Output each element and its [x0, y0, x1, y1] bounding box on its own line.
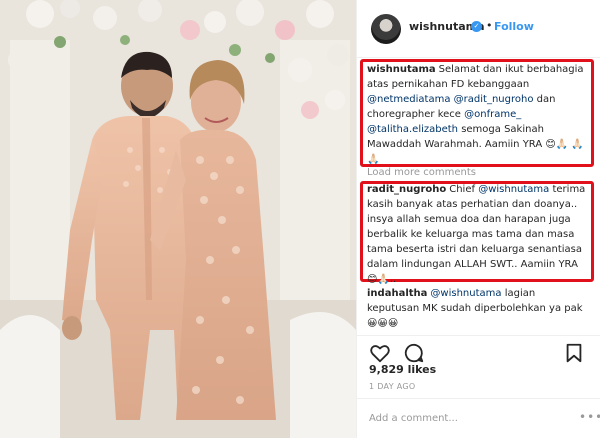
- mention-link[interactable]: @onframe_: [464, 109, 521, 120]
- header-separator: •: [486, 19, 493, 32]
- more-options-button[interactable]: •••: [579, 410, 600, 424]
- mention-link[interactable]: @wishnutama: [430, 288, 501, 299]
- post-photo: [0, 0, 356, 438]
- comment-item: wishnutama Selamat dan ikut berbahagia at…: [367, 62, 589, 167]
- post-timestamp: 1 DAY AGO: [369, 382, 416, 391]
- verified-badge-icon: ✓: [471, 21, 482, 32]
- heart-icon[interactable]: [369, 342, 391, 364]
- comment-item: radit_nugroho Chief @wishnutama terima ka…: [367, 182, 589, 287]
- add-comment-bar: [357, 398, 600, 438]
- load-more-comments-button[interactable]: Load more comments: [367, 167, 476, 178]
- author-avatar[interactable]: [371, 14, 401, 44]
- comment-text: Chief: [449, 184, 479, 195]
- follow-button[interactable]: Follow: [494, 20, 534, 33]
- comment-icon[interactable]: [403, 342, 425, 364]
- add-comment-input[interactable]: [369, 409, 589, 427]
- post-header: wishnutama ✓ • Follow: [357, 0, 600, 58]
- comment-item: indahaltha @wishnutama lagian keputusan M…: [367, 286, 589, 331]
- post-side-panel: wishnutama ✓ • Follow wishnutama Selamat …: [356, 0, 600, 438]
- mention-link[interactable]: @netmediatama: [367, 94, 450, 105]
- comment-text: terima kasih banyak atas perhatian dan d…: [367, 184, 586, 285]
- wedding-photo-illustration: [0, 0, 356, 438]
- mention-link[interactable]: @radit_nugroho: [454, 94, 534, 105]
- likes-count[interactable]: 9,829 likes: [369, 363, 436, 376]
- bookmark-icon[interactable]: [563, 342, 585, 364]
- mention-link[interactable]: @talitha.elizabeth: [367, 124, 458, 135]
- mention-link[interactable]: @wishnutama: [478, 184, 549, 195]
- comment-username[interactable]: wishnutama: [367, 64, 436, 75]
- comments-list[interactable]: wishnutama Selamat dan ikut berbahagia at…: [357, 58, 600, 335]
- comment-username[interactable]: radit_nugroho: [367, 184, 446, 195]
- comment-username[interactable]: indahaltha: [367, 288, 427, 299]
